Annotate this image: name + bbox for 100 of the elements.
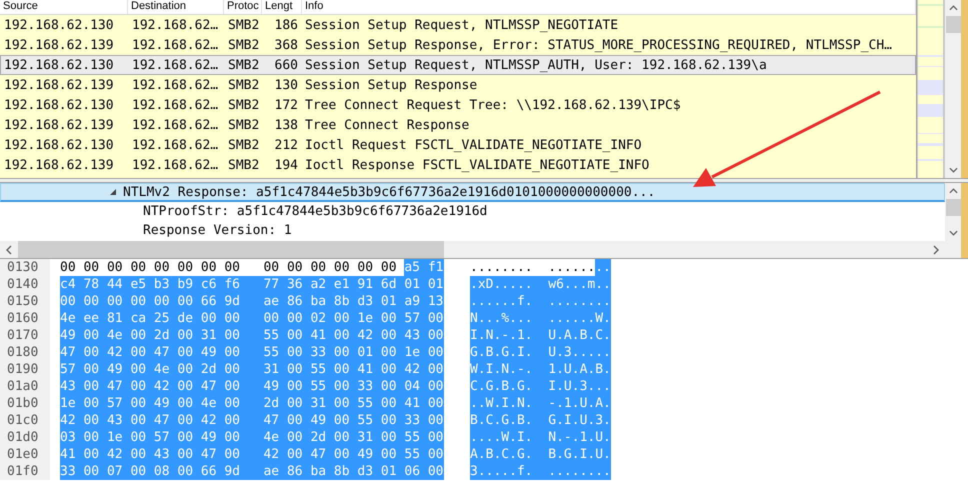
- tree-item[interactable]: Response Version: 1: [0, 221, 945, 240]
- packet-row[interactable]: 192.168.62.130 192.168.62… SMB2 212 Ioctl Request FSCTL_VALIDATE_NEGOTIATE_INFO: [0, 135, 916, 155]
- tree-item[interactable]: NTLMv2 Response: a5f1c47844e5b3b9c6f67736a2e1916d0101000000000000...: [0, 183, 945, 202]
- scroll-down-icon[interactable]: [948, 230, 958, 236]
- hex-bytes[interactable]: 00 00 00 00 00 00 66 9d: [60, 293, 264, 310]
- hex-bytes[interactable]: 43 00 47 00 42 00 47 00: [60, 378, 264, 395]
- packet-row[interactable]: 192.168.62.130 192.168.62… SMB2 660 Session Setup Request, NTLMSSP_AUTH, User: 192.168.62.139\a: [0, 55, 916, 75]
- ascii-text[interactable]: ..: [595, 259, 611, 276]
- hex-bytes[interactable]: 49 00 4e 00 2d 00 31 00: [60, 327, 264, 344]
- ascii-text[interactable]: 1.U.A.B.: [548, 361, 611, 378]
- hex-bytes[interactable]: c4 78 44 e5 b3 b9 c6 f6: [60, 276, 264, 293]
- hex-bytes[interactable]: 33 00 07 00 08 00 66 9d: [60, 463, 264, 480]
- offset-label: 0130: [0, 259, 50, 276]
- ascii-text[interactable]: G.I.U.3.: [548, 412, 611, 429]
- info-cell-text: Session Setup Response: [304, 77, 478, 94]
- info-cell-text: Session Setup Request, NTLMSSP_AUTH, User: 192.168.62.139\a: [304, 57, 768, 74]
- hex-bytes[interactable]: 47 00 42 00 47 00 49 00: [60, 344, 264, 361]
- horizontal-scrollbar[interactable]: [0, 241, 945, 258]
- ascii-text[interactable]: ........: [470, 259, 533, 276]
- hex-bytes[interactable]: 00 00 00 00 00 00: [263, 259, 397, 276]
- scroll-down-icon[interactable]: [948, 167, 958, 173]
- scroll-thumb[interactable]: [18, 241, 444, 258]
- ascii-text[interactable]: B.G.I.U.: [548, 446, 611, 463]
- packet-row[interactable]: 192.168.62.130 192.168.62… SMB2 186 Session Setup Request, NTLMSSP_NEGOTIATE: [0, 15, 916, 35]
- packet-row[interactable]: 192.168.62.139 192.168.62… SMB2 130 Session Setup Response: [0, 75, 916, 95]
- scroll-left-icon[interactable]: [6, 244, 12, 254]
- protocol-cell-text: SMB2: [227, 97, 260, 114]
- packet-row[interactable]: 192.168.62.139 192.168.62… SMB2 194 Ioctl Response FSCTL_VALIDATE_NEGOTIATE_INFO: [0, 155, 916, 175]
- hex-bytes[interactable]: 4e 00 2d 00 31 00 55 00: [263, 429, 444, 446]
- destination-cell-text: 192.168.62…: [131, 17, 220, 34]
- ascii-text[interactable]: ..W.I.N.: [470, 395, 548, 412]
- source-cell-text: 192.168.62.130: [3, 137, 115, 154]
- packet-row[interactable]: 192.168.62.139 192.168.62… SMB2 138 Tree Connect Response: [0, 115, 916, 135]
- ascii-text[interactable]: C.G.B.G.: [470, 378, 548, 395]
- scroll-up-icon[interactable]: [948, 5, 958, 11]
- offset-label: 0190: [0, 361, 50, 378]
- hex-bytes[interactable]: 2d 00 31 00 55 00 41 00: [263, 395, 444, 412]
- ascii-text[interactable]: G.B.G.I.: [470, 344, 548, 361]
- ascii-text[interactable]: U.3.....: [548, 344, 611, 361]
- scroll-up-icon[interactable]: [948, 188, 958, 194]
- column-header[interactable]: Protoc: [224, 0, 262, 14]
- length-cell-text: 194: [274, 157, 299, 174]
- hex-bytes[interactable]: 4e ee 81 ca 25 de 00 00: [60, 310, 264, 327]
- ascii-text[interactable]: I.N.-.1.: [470, 327, 548, 344]
- ascii-text[interactable]: ........: [548, 463, 611, 480]
- destination-cell-text: 192.168.62…: [131, 157, 220, 174]
- hex-bytes[interactable]: 31 00 55 00 41 00 42 00: [263, 361, 444, 378]
- ascii-text[interactable]: N...%...: [470, 310, 548, 327]
- ascii-text[interactable]: A.B.C.G.: [470, 446, 548, 463]
- hex-bytes[interactable]: 77 36 a2 e1 91 6d 01 01: [263, 276, 444, 293]
- vertical-scrollbar[interactable]: [945, 0, 961, 178]
- ascii-text[interactable]: ......f.: [470, 293, 548, 310]
- scroll-right-icon[interactable]: [933, 244, 939, 254]
- protocol-cell-text: SMB2: [227, 57, 260, 74]
- destination-cell-text: 192.168.62…: [131, 37, 220, 54]
- hex-bytes[interactable]: 55 00 41 00 42 00 43 00: [263, 327, 444, 344]
- info-cell-text: Ioctl Request FSCTL_VALIDATE_NEGOTIATE_INFO: [304, 137, 643, 154]
- hex-bytes[interactable]: a5 f1: [404, 259, 444, 276]
- hex-bytes[interactable]: 42 00 43 00 47 00 42 00: [60, 412, 264, 429]
- ascii-text[interactable]: W.I.N.-.: [470, 361, 548, 378]
- ascii-text[interactable]: N.-.1.U.: [548, 429, 611, 446]
- expand-triangle-icon[interactable]: [109, 188, 117, 196]
- hex-bytes[interactable]: 47 00 49 00 55 00 33 00: [263, 412, 444, 429]
- ascii-text[interactable]: w6...m..: [548, 276, 611, 293]
- ascii-text[interactable]: ......: [548, 259, 596, 276]
- column-header[interactable]: Source: [0, 0, 128, 14]
- hex-bytes[interactable]: 41 00 42 00 43 00 47 00: [60, 446, 264, 463]
- hex-bytes[interactable]: 1e 00 57 00 49 00 4e 00: [60, 395, 264, 412]
- ascii-text[interactable]: U.A.B.C.: [548, 327, 611, 344]
- hex-bytes[interactable]: 57 00 49 00 4e 00 2d 00: [60, 361, 264, 378]
- hex-bytes[interactable]: 49 00 55 00 33 00 04 00: [263, 378, 444, 395]
- hex-bytes[interactable]: ae 86 ba 8b d3 01 06 00: [263, 463, 444, 480]
- column-header[interactable]: Info: [302, 0, 916, 14]
- packet-row[interactable]: 192.168.62.139 192.168.62… SMB2 368 Session Setup Response, Error: STATUS_MORE_PROCESSING_REQUIRED, NTLMSSP_CH…: [0, 35, 916, 55]
- protocol-cell-text: SMB2: [227, 77, 260, 94]
- tree-item[interactable]: NTProofStr: a5f1c47844e5b3b9c6f67736a2e1916d: [0, 202, 945, 221]
- packet-row[interactable]: 192.168.62.130 192.168.62… SMB2 172 Tree Connect Request Tree: \\192.168.62.139\IPC$: [0, 95, 916, 115]
- hex-bytes[interactable]: 00 00 00 00 00 00 00 00: [60, 259, 240, 276]
- hex-bytes[interactable]: 55 00 33 00 01 00 1e 00: [263, 344, 444, 361]
- hex-bytes[interactable]: 00 00 02 00 1e 00 57 00: [263, 310, 444, 327]
- ascii-text[interactable]: -.1.U.A.: [548, 395, 611, 412]
- column-header[interactable]: Lengt: [262, 0, 302, 14]
- ascii-text[interactable]: B.C.G.B.: [470, 412, 548, 429]
- ascii-text[interactable]: I.U.3...: [548, 378, 611, 395]
- length-cell-text: 130: [274, 77, 299, 94]
- ascii-text[interactable]: ......W.: [548, 310, 611, 327]
- tree-item-label: NTProofStr: a5f1c47844e5b3b9c6f67736a2e1916d: [143, 204, 488, 219]
- column-header[interactable]: Destination: [128, 0, 224, 14]
- hex-bytes[interactable]: 03 00 1e 00 57 00 49 00: [60, 429, 264, 446]
- protocol-cell-text: SMB2: [227, 157, 260, 174]
- hex-bytes[interactable]: 42 00 47 00 49 00 55 00: [263, 446, 444, 463]
- hex-bytes[interactable]: ae 86 ba 8b d3 01 a9 13: [263, 293, 444, 310]
- scroll-thumb[interactable]: [946, 199, 960, 216]
- vertical-scrollbar[interactable]: [945, 183, 961, 241]
- scroll-thumb[interactable]: [946, 16, 960, 33]
- offset-label: 01e0: [0, 446, 50, 463]
- ascii-text[interactable]: .xD.....: [470, 276, 548, 293]
- ascii-text[interactable]: 3.....f.: [470, 463, 548, 480]
- ascii-text[interactable]: ........: [548, 293, 611, 310]
- ascii-text[interactable]: ....W.I.: [470, 429, 548, 446]
